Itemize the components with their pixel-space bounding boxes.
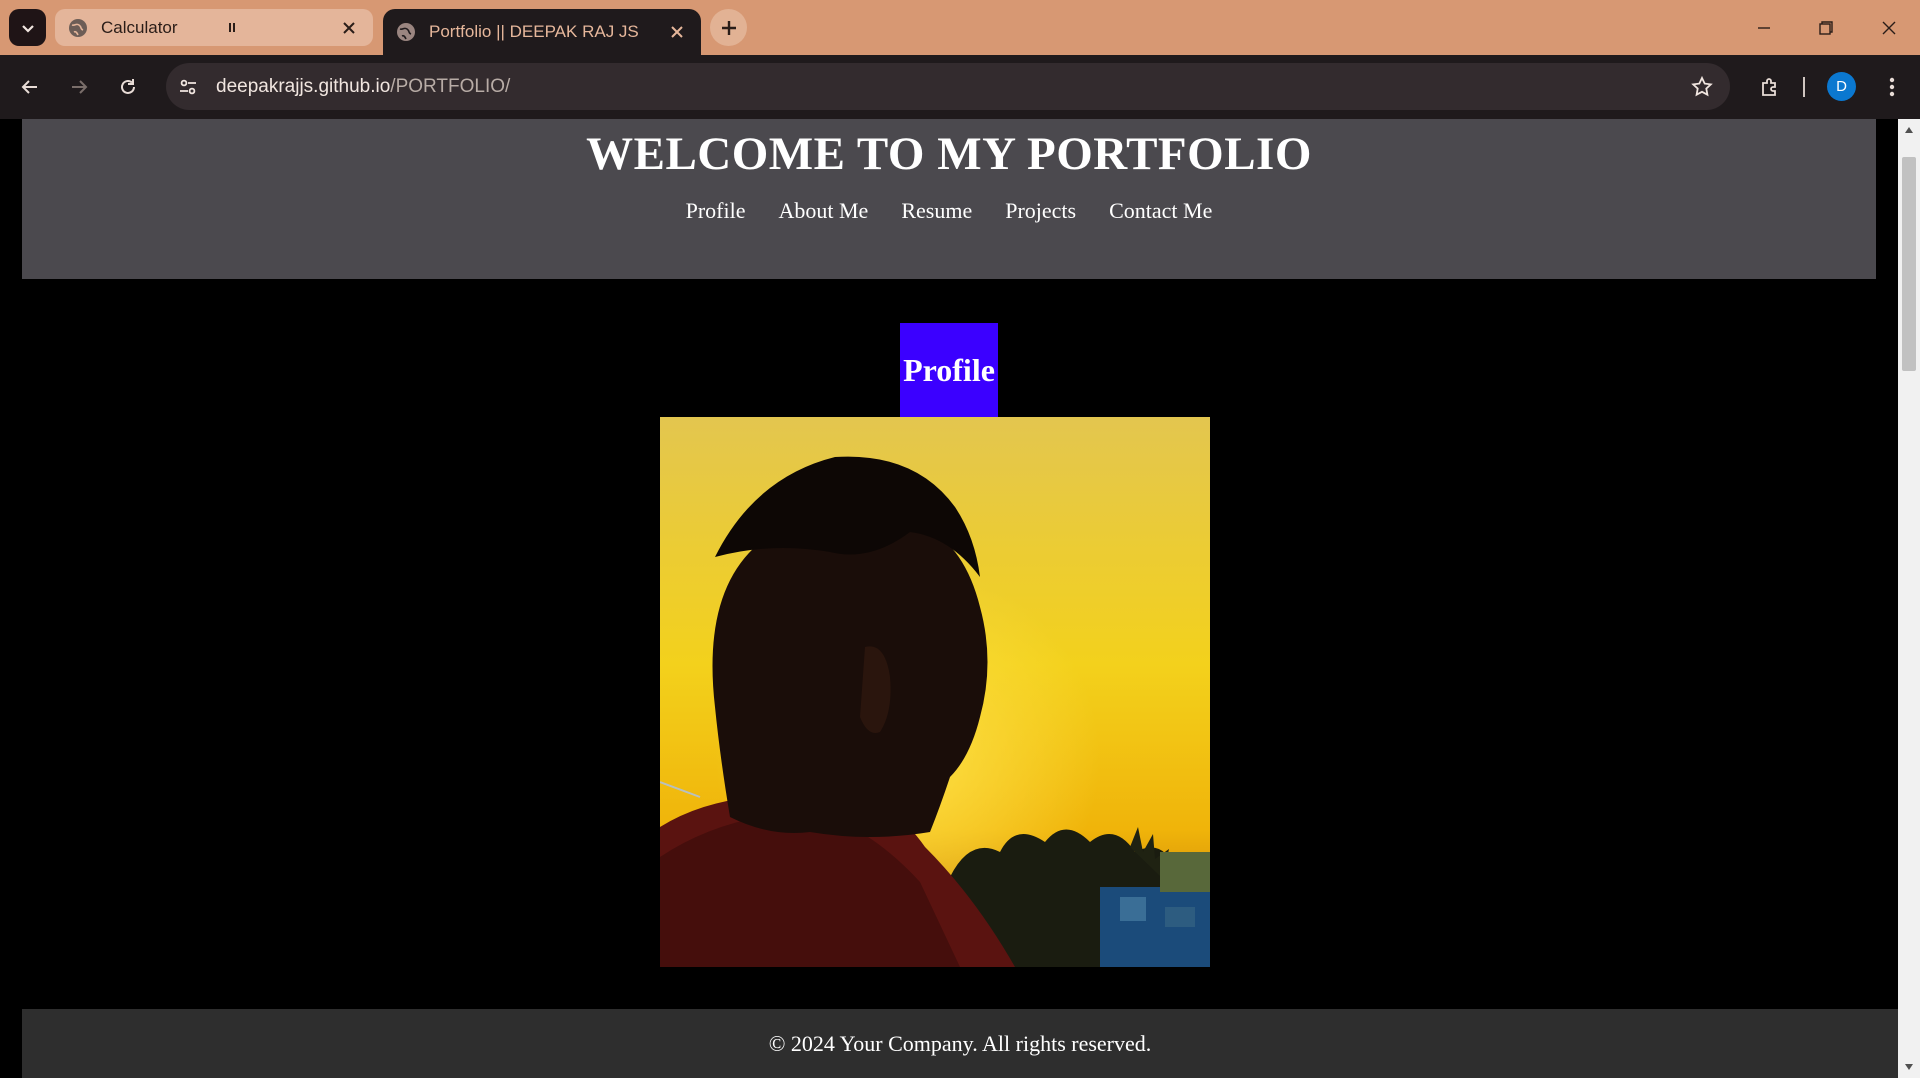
nav-link-resume[interactable]: Resume	[901, 198, 972, 224]
scroll-up-arrow-icon[interactable]	[1898, 121, 1920, 139]
close-icon	[1882, 21, 1896, 34]
tab-search-button[interactable]	[9, 9, 46, 46]
new-tab-button[interactable]	[710, 9, 747, 46]
profile-avatar[interactable]: D	[1827, 72, 1856, 101]
kebab-menu-icon	[1889, 77, 1895, 97]
pause-indicator-icon	[229, 23, 235, 32]
close-tab-icon[interactable]	[339, 18, 359, 38]
scrollbar-thumb[interactable]	[1902, 157, 1916, 371]
nav-link-profile[interactable]: Profile	[686, 198, 746, 224]
profile-photo	[660, 417, 1210, 967]
page-scrollbar[interactable]	[1898, 119, 1920, 1078]
reload-button[interactable]	[112, 71, 144, 103]
globe-icon	[397, 23, 415, 41]
tab-title: Portfolio || DEEPAK RAJ JS	[429, 22, 639, 41]
url-text: deepakrajjs.github.io/PORTFOLIO/	[216, 63, 510, 110]
page-title: WELCOME TO MY PORTFOLIO	[586, 128, 1312, 180]
puzzle-icon	[1762, 78, 1776, 96]
tab-title: Calculator	[101, 17, 178, 37]
minimize-button[interactable]	[1733, 0, 1795, 55]
site-header: WELCOME TO MY PORTFOLIO Profile About Me…	[22, 119, 1876, 279]
bookmark-star-icon[interactable]	[1690, 75, 1714, 99]
close-window-button[interactable]	[1858, 0, 1920, 55]
nav-link-about-me[interactable]: About Me	[779, 198, 869, 224]
browser-toolbar: deepakrajjs.github.io/PORTFOLIO/ D	[0, 55, 1920, 119]
minimize-icon	[1758, 26, 1770, 29]
forward-button[interactable]	[63, 71, 95, 103]
restore-icon	[1819, 20, 1833, 35]
forward-arrow-icon	[72, 80, 88, 94]
profile-section-heading: Profile	[900, 323, 998, 417]
nav-link-projects[interactable]: Projects	[1005, 198, 1076, 224]
tab-calculator[interactable]: Calculator	[55, 9, 373, 46]
toolbar-divider	[1803, 77, 1805, 97]
restore-button[interactable]	[1795, 0, 1857, 55]
site-footer: © 2024 Your Company. All rights reserved…	[22, 1009, 1898, 1078]
chevron-down-icon	[21, 24, 34, 33]
reload-icon	[121, 79, 135, 94]
scroll-down-arrow-icon[interactable]	[1898, 1058, 1920, 1076]
globe-icon	[69, 18, 87, 37]
nav-link-contact-me[interactable]: Contact Me	[1109, 198, 1212, 224]
back-arrow-icon	[21, 80, 37, 94]
url-host: deepakrajjs.github.io	[216, 76, 391, 97]
plus-icon	[721, 20, 736, 35]
url-path: /PORTFOLIO/	[390, 76, 511, 97]
web-page: WELCOME TO MY PORTFOLIO Profile About Me…	[0, 119, 1898, 1078]
main-nav: Profile About Me Resume Projects Contact…	[22, 198, 1876, 224]
address-bar[interactable]: deepakrajjs.github.io/PORTFOLIO/	[166, 63, 1730, 110]
tab-strip: Calculator Portfolio || DEEPAK RAJ JS	[0, 0, 1920, 55]
back-button[interactable]	[14, 71, 46, 103]
site-settings-icon[interactable]	[176, 75, 200, 99]
close-tab-icon[interactable]	[667, 22, 687, 42]
extensions-button[interactable]	[1754, 71, 1786, 103]
footer-copyright: © 2024 Your Company. All rights reserved…	[768, 1031, 1152, 1056]
tab-portfolio[interactable]: Portfolio || DEEPAK RAJ JS	[383, 9, 701, 55]
browser-menu-button[interactable]	[1876, 71, 1908, 103]
